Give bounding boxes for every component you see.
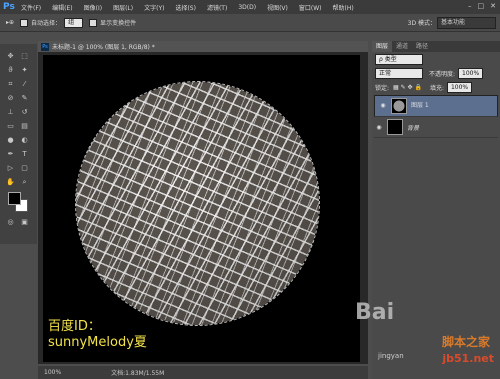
history-brush-icon[interactable]: ↺ bbox=[20, 108, 29, 117]
opacity-field[interactable]: 100% bbox=[458, 68, 484, 79]
menu-window[interactable]: 窗口(W) bbox=[299, 3, 322, 12]
eye-icon[interactable]: ◉ bbox=[374, 124, 384, 131]
doc-size: 文档:1.83M/1.55M bbox=[111, 370, 165, 377]
document-ps-icon: Ps bbox=[41, 42, 49, 51]
fill-label: 填充: bbox=[429, 85, 444, 92]
minimize-icon[interactable]: – bbox=[468, 2, 472, 10]
fill-field[interactable]: 100% bbox=[446, 82, 473, 93]
show-transform-checkbox[interactable] bbox=[89, 18, 98, 27]
menu-layer[interactable]: 图层(L) bbox=[113, 3, 133, 12]
gradient-icon[interactable]: ▤ bbox=[20, 122, 29, 131]
layer-row-1[interactable]: ◉ 图层 1 bbox=[374, 95, 498, 117]
menu-view[interactable]: 视图(V) bbox=[267, 3, 288, 12]
ps-logo: Ps bbox=[3, 2, 15, 12]
menu-select[interactable]: 选择(S) bbox=[175, 3, 196, 12]
document-title: 未标题-1 @ 100% (图层 1, RGB/8) * bbox=[52, 44, 155, 51]
site-url-watermark: jb51.net bbox=[442, 352, 494, 365]
blur-icon[interactable]: ● bbox=[6, 136, 15, 145]
lock-label: 锁定: bbox=[375, 85, 390, 92]
jingyan-watermark: jingyan bbox=[378, 352, 404, 360]
layer-name: 背景 bbox=[407, 124, 420, 132]
show-transform-label: 显示变换控件 bbox=[100, 20, 137, 27]
auto-select-checkbox[interactable] bbox=[20, 18, 29, 27]
filter-row: ρ 类型 bbox=[375, 53, 497, 66]
mode-3d-label: 3D 模式： bbox=[407, 20, 436, 27]
menu-bar: Ps 文件(F) 编辑(E) 图像(I) 图层(L) 文字(Y) 选择(S) 滤… bbox=[0, 0, 500, 14]
path-select-icon[interactable]: ▷ bbox=[6, 164, 15, 173]
foreground-color-swatch[interactable] bbox=[8, 192, 21, 205]
tab-layers[interactable]: 图层 bbox=[372, 41, 393, 52]
zoom-level[interactable]: 100% bbox=[44, 369, 61, 376]
eraser-icon[interactable]: ▭ bbox=[6, 122, 15, 131]
screen-mode-icon[interactable]: ▣ bbox=[20, 218, 29, 227]
pen-icon[interactable]: ✒ bbox=[6, 150, 15, 159]
auto-select-dropdown[interactable]: 组 bbox=[64, 17, 84, 28]
status-bar: 100% 文档:1.83M/1.55M bbox=[38, 366, 368, 379]
close-icon[interactable]: ✕ bbox=[490, 2, 496, 10]
watermark-id-value: sunnyMelody夏 bbox=[48, 335, 147, 350]
clone-stamp-icon[interactable]: ⊥ bbox=[6, 108, 15, 117]
menu-filter[interactable]: 滤镜(T) bbox=[207, 3, 227, 12]
move-tool-icon[interactable]: ▸⊕ bbox=[6, 19, 14, 26]
menu-image[interactable]: 图像(I) bbox=[84, 3, 102, 12]
marquee-icon[interactable]: ⬚ bbox=[20, 52, 29, 61]
menu-file[interactable]: 文件(F) bbox=[21, 3, 41, 12]
layers-panel: 图层 通道 路径 ρ 类型 正常 不透明度: 100% 锁定: ▦ ✎ ✥ 🔒 … bbox=[372, 41, 500, 379]
auto-select-label: 自动选择： bbox=[31, 20, 62, 27]
dodge-icon[interactable]: ◐ bbox=[20, 136, 29, 145]
lasso-icon[interactable]: ϑ bbox=[6, 66, 15, 75]
shape-icon[interactable]: ▢ bbox=[20, 164, 29, 173]
move-icon[interactable]: ✥ bbox=[6, 52, 15, 61]
window-controls: – □ ✕ bbox=[468, 2, 496, 10]
crop-icon[interactable]: ⌗ bbox=[6, 80, 15, 89]
layer-name: 图层 1 bbox=[411, 102, 429, 109]
healing-brush-icon[interactable]: ⊘ bbox=[6, 94, 15, 103]
menu-help[interactable]: 帮助(H) bbox=[333, 3, 354, 12]
site-watermark: 脚本之家 bbox=[441, 335, 490, 349]
eyedropper-icon[interactable]: ⁄ bbox=[20, 80, 29, 89]
panel-tabs: 图层 通道 路径 bbox=[372, 41, 500, 52]
tab-channels[interactable]: 通道 bbox=[392, 41, 412, 52]
type-icon[interactable]: T bbox=[20, 150, 29, 159]
tab-paths[interactable]: 路径 bbox=[412, 41, 432, 52]
zoom-icon[interactable]: ⌕ bbox=[20, 178, 29, 187]
brush-icon[interactable]: ✎ bbox=[20, 94, 29, 103]
baidu-watermark-text: Bai bbox=[355, 300, 395, 325]
opacity-label: 不透明度: bbox=[429, 71, 456, 78]
menu-type[interactable]: 文字(Y) bbox=[144, 3, 164, 12]
workspace-dropdown[interactable]: 基本功能 bbox=[437, 17, 496, 29]
maximize-icon[interactable]: □ bbox=[478, 2, 485, 10]
menu-edit[interactable]: 编辑(E) bbox=[52, 3, 72, 12]
layer-thumbnail bbox=[391, 98, 407, 114]
magic-wand-icon[interactable]: ✦ bbox=[20, 66, 29, 75]
show-transform-option[interactable]: 显示变换控件 bbox=[89, 18, 136, 27]
layer-thumbnail bbox=[387, 119, 403, 135]
eye-icon[interactable]: ◉ bbox=[378, 102, 388, 110]
blend-row: 正常 不透明度: 100% bbox=[375, 67, 497, 80]
layer-row-background[interactable]: ◉ 背景 bbox=[374, 117, 498, 138]
auto-select-option[interactable]: 自动选择： 组 bbox=[20, 17, 84, 28]
menu-3d[interactable]: 3D(D) bbox=[238, 4, 256, 11]
lock-row: 锁定: ▦ ✎ ✥ 🔒 填充: 100% bbox=[375, 81, 497, 94]
blend-mode-dropdown[interactable]: 正常 bbox=[375, 68, 423, 79]
hand-icon[interactable]: ✋ bbox=[6, 178, 15, 187]
quick-mask-icon[interactable]: ◎ bbox=[6, 218, 15, 227]
tools-panel: ✥ ⬚ ϑ ✦ ⌗ ⁄ ⊘ ✎ ⊥ ↺ ▭ ▤ ● ◐ ✒ T ▷ ▢ ✋ ⌕ … bbox=[0, 44, 37, 244]
cracked-earth-disc bbox=[75, 81, 320, 326]
lock-icons[interactable]: ▦ ✎ ✥ 🔒 bbox=[393, 84, 422, 91]
kind-filter-dropdown[interactable]: ρ 类型 bbox=[375, 54, 423, 65]
